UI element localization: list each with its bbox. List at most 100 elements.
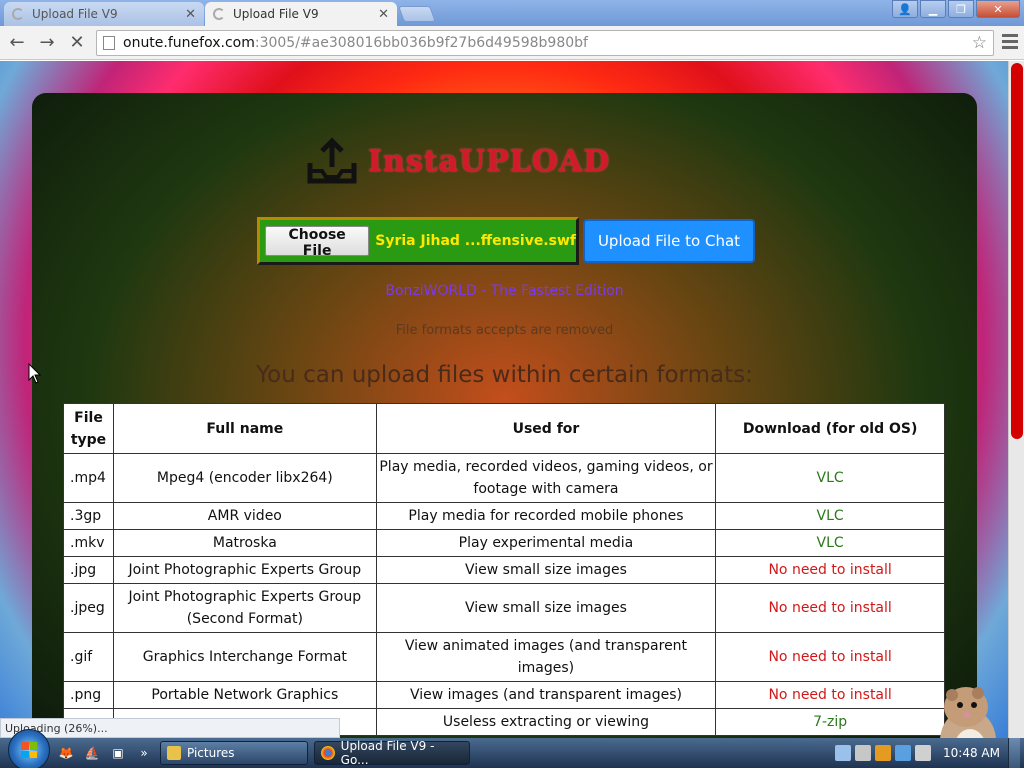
- menu-icon[interactable]: [1002, 34, 1018, 52]
- upload-tray-icon: [307, 137, 357, 184]
- taskbar-item-browser[interactable]: Upload File V9 - Go...: [314, 739, 470, 767]
- used-for-cell: View images (and transparent images): [375, 681, 717, 709]
- tab-upload-file-2[interactable]: Upload File V9 ✕: [205, 2, 397, 26]
- used-for-cell: Play media for recorded mobile phones: [375, 502, 717, 530]
- used-for-cell: View small size images: [375, 556, 717, 584]
- column-header: Full name: [112, 403, 377, 454]
- forward-button[interactable]: →: [34, 30, 60, 56]
- table-row: .jpeg Joint Photographic Experts Group (S…: [63, 583, 945, 633]
- url-path: :3005/#ae308016bb036b9f27b6d49598b980bf: [254, 35, 588, 51]
- address-bar[interactable]: onute.funefox.com:3005/#ae308016bb036b9f…: [96, 30, 994, 56]
- used-for-cell: View animated images (and transparent im…: [375, 632, 717, 682]
- mouse-cursor-icon: [28, 363, 42, 384]
- close-tab-icon[interactable]: ✕: [185, 7, 196, 22]
- file-type-cell: .gif: [63, 632, 114, 682]
- download-cell[interactable]: 7-zip: [715, 708, 945, 736]
- status-bubble: Uploading (26%)...: [0, 718, 340, 738]
- page-icon: [103, 36, 115, 50]
- edition-link[interactable]: BonziWORLD - The Fastest Edition: [32, 283, 977, 299]
- loading-spinner-icon: [213, 8, 225, 20]
- back-button[interactable]: ←: [4, 30, 30, 56]
- full-name-cell: Matroska: [112, 529, 377, 557]
- used-for-cell: Play experimental media: [375, 529, 717, 557]
- full-name-cell: AMR video: [112, 502, 377, 530]
- selected-file-name: Syria Jihad ...ffensive.swf: [375, 233, 576, 249]
- table-row: .3gp AMR video Play media for recorded mob…: [63, 502, 945, 530]
- close-tab-icon[interactable]: ✕: [378, 7, 389, 22]
- download-cell[interactable]: VLC: [715, 453, 945, 503]
- formats-heading: You can upload files within certain form…: [256, 362, 753, 388]
- table-row: .gif Graphics Interchange Format View anim…: [63, 632, 945, 682]
- new-tab-button[interactable]: [398, 6, 436, 22]
- table-row: .mp4 Mpeg4 (encoder libx264) Play media, r…: [63, 453, 945, 503]
- tray-icon[interactable]: [855, 745, 872, 761]
- full-name-cell: Mpeg4 (encoder libx264): [112, 453, 377, 503]
- tab-upload-file-1[interactable]: Upload File V9 ✕: [4, 2, 204, 26]
- column-header: Download (for old OS): [715, 403, 945, 454]
- start-button[interactable]: [8, 729, 50, 768]
- site-logo: InstaUPLOAD: [304, 133, 610, 189]
- file-input[interactable]: Choose File Syria Jihad ...ffensive.swf: [257, 217, 579, 265]
- taskbar-item-pictures[interactable]: Pictures: [160, 741, 308, 765]
- upload-card: InstaUPLOAD Choose File Syria Jihad ...f…: [32, 93, 977, 738]
- formats-note: File formats accepts are removed: [395, 323, 614, 338]
- show-desktop-icon[interactable]: ▣: [108, 744, 128, 762]
- file-type-cell: .jpg: [63, 556, 114, 584]
- download-cell[interactable]: No need to install: [715, 583, 945, 633]
- user-icon[interactable]: 👤: [892, 0, 918, 18]
- page-scrollbar[interactable]: [1008, 61, 1024, 738]
- table-row: .jpg Joint Photographic Experts Group View…: [63, 556, 945, 584]
- download-cell[interactable]: VLC: [715, 529, 945, 557]
- used-for-cell: Play media, recorded videos, gaming vide…: [375, 453, 717, 503]
- used-for-cell: View small size images: [375, 583, 717, 633]
- maximize-button[interactable]: ❐: [948, 0, 974, 18]
- stop-reload-button[interactable]: ✕: [64, 30, 90, 56]
- system-tray: 10:48 AM: [835, 738, 1020, 768]
- tab-label: Upload File V9: [233, 7, 319, 21]
- minimize-button[interactable]: ▁: [920, 0, 946, 18]
- file-type-cell: .3gp: [63, 502, 114, 530]
- full-name-cell: Graphics Interchange Format: [112, 632, 377, 682]
- logo-text: InstaUPLOAD: [368, 143, 611, 179]
- used-for-cell: Useless extracting or viewing: [375, 708, 717, 736]
- download-cell[interactable]: No need to install: [715, 632, 945, 682]
- full-name-cell: Portable Network Graphics: [112, 681, 377, 709]
- file-type-cell: .jpeg: [63, 583, 114, 633]
- search-icon[interactable]: [875, 745, 892, 761]
- browser-titlebar: Upload File V9 ✕ Upload File V9 ✕ 👤 ▁ ❐ …: [0, 0, 1024, 26]
- file-type-cell: .mp4: [63, 453, 114, 503]
- folder-icon: [167, 746, 181, 760]
- quicklaunch-icon[interactable]: 🦊: [56, 744, 76, 762]
- tab-label: Upload File V9: [32, 7, 118, 21]
- hamster-mascot: [940, 687, 996, 738]
- download-cell[interactable]: VLC: [715, 502, 945, 530]
- page-viewport: InstaUPLOAD Choose File Syria Jihad ...f…: [0, 61, 1008, 738]
- taskbar-item-label: Upload File V9 - Go...: [340, 739, 435, 767]
- windows-taskbar: 🦊 ⛵ ▣ » Pictures Upload File V9 - Go... …: [0, 729, 1024, 768]
- quicklaunch-more-icon[interactable]: »: [134, 744, 154, 762]
- volume-icon[interactable]: [915, 745, 932, 761]
- table-row: .mkv Matroska Play experimental media VLC: [63, 529, 945, 557]
- url-host: onute.funefox.com: [123, 35, 255, 51]
- clock[interactable]: 10:48 AM: [943, 746, 1000, 760]
- download-cell[interactable]: No need to install: [715, 556, 945, 584]
- browser-toolbar: ← → ✕ onute.funefox.com:3005/#ae308016bb…: [0, 26, 1024, 60]
- upload-to-chat-button[interactable]: Upload File to Chat: [583, 219, 755, 263]
- show-desktop-button[interactable]: [1008, 738, 1020, 768]
- column-header: Used for: [375, 403, 717, 454]
- quicklaunch-icon[interactable]: ⛵: [82, 744, 102, 762]
- scrollbar-thumb[interactable]: [1011, 63, 1023, 439]
- taskbar-item-label: Pictures: [187, 746, 235, 760]
- tray-icon[interactable]: [835, 745, 852, 761]
- table-body: .mp4 Mpeg4 (encoder libx264) Play media, r…: [63, 453, 945, 736]
- table-row: .png Portable Network Graphics View images…: [63, 681, 945, 709]
- network-icon[interactable]: [895, 745, 912, 761]
- bookmark-star-icon[interactable]: ☆: [972, 33, 987, 53]
- column-header: File type: [63, 403, 114, 454]
- close-window-button[interactable]: ✕: [976, 0, 1020, 18]
- download-cell[interactable]: No need to install: [715, 681, 945, 709]
- full-name-cell: Joint Photographic Experts Group: [112, 556, 377, 584]
- choose-file-button[interactable]: Choose File: [265, 226, 370, 259]
- file-type-cell: .png: [63, 681, 114, 709]
- file-type-cell: .mkv: [63, 529, 114, 557]
